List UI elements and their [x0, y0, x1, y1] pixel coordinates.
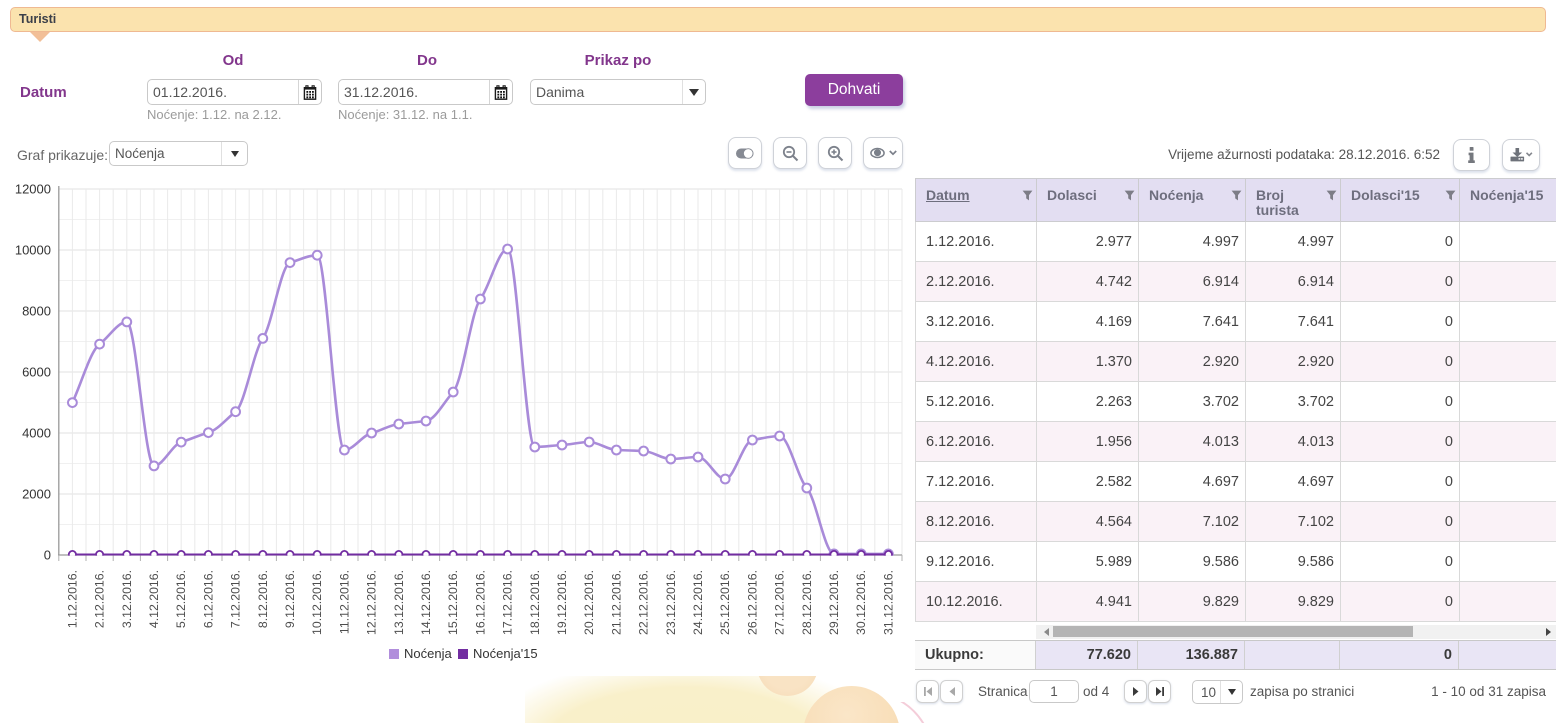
svg-text:21.12.2016.: 21.12.2016. [609, 570, 623, 635]
svg-text:11.12.2016.: 11.12.2016. [337, 570, 351, 634]
svg-text:7.12.2016.: 7.12.2016. [229, 570, 243, 628]
svg-text:25.12.2016.: 25.12.2016. [718, 570, 732, 635]
svg-text:8000: 8000 [22, 304, 51, 319]
svg-text:28.12.2016.: 28.12.2016. [800, 570, 814, 635]
svg-text:Noćenja'15: Noćenja'15 [473, 646, 538, 661]
svg-text:13.12.2016.: 13.12.2016. [392, 570, 406, 635]
svg-text:12000: 12000 [15, 182, 51, 197]
svg-text:19.12.2016.: 19.12.2016. [555, 570, 569, 635]
svg-text:9.12.2016.: 9.12.2016. [283, 570, 297, 628]
svg-text:Noćenja: Noćenja [404, 646, 452, 661]
svg-text:0: 0 [44, 548, 51, 563]
svg-text:16.12.2016.: 16.12.2016. [473, 570, 487, 635]
svg-text:2000: 2000 [22, 487, 51, 502]
svg-text:3.12.2016.: 3.12.2016. [120, 570, 134, 628]
svg-text:27.12.2016.: 27.12.2016. [773, 570, 787, 635]
svg-text:18.12.2016.: 18.12.2016. [528, 570, 542, 635]
svg-text:22.12.2016.: 22.12.2016. [637, 570, 651, 635]
svg-text:5.12.2016.: 5.12.2016. [174, 570, 188, 628]
svg-text:29.12.2016.: 29.12.2016. [827, 570, 841, 635]
svg-text:23.12.2016.: 23.12.2016. [664, 570, 678, 635]
svg-text:15.12.2016.: 15.12.2016. [446, 570, 460, 635]
svg-text:1.12.2016.: 1.12.2016. [65, 570, 79, 628]
svg-text:10000: 10000 [15, 243, 51, 258]
svg-text:4.12.2016.: 4.12.2016. [147, 570, 161, 628]
svg-text:8.12.2016.: 8.12.2016. [256, 570, 270, 628]
svg-text:6000: 6000 [22, 365, 51, 380]
svg-text:26.12.2016.: 26.12.2016. [745, 570, 759, 635]
svg-text:31.12.2016.: 31.12.2016. [881, 570, 895, 635]
svg-text:2.12.2016.: 2.12.2016. [93, 570, 107, 628]
svg-text:14.12.2016.: 14.12.2016. [419, 570, 433, 635]
svg-text:24.12.2016.: 24.12.2016. [691, 570, 705, 635]
svg-text:30.12.2016.: 30.12.2016. [854, 570, 868, 635]
svg-text:6.12.2016.: 6.12.2016. [201, 570, 215, 628]
svg-text:12.12.2016.: 12.12.2016. [365, 570, 379, 635]
svg-text:20.12.2016.: 20.12.2016. [582, 570, 596, 635]
svg-text:4000: 4000 [22, 426, 51, 441]
svg-text:17.12.2016.: 17.12.2016. [501, 570, 515, 635]
svg-text:10.12.2016.: 10.12.2016. [310, 570, 324, 635]
